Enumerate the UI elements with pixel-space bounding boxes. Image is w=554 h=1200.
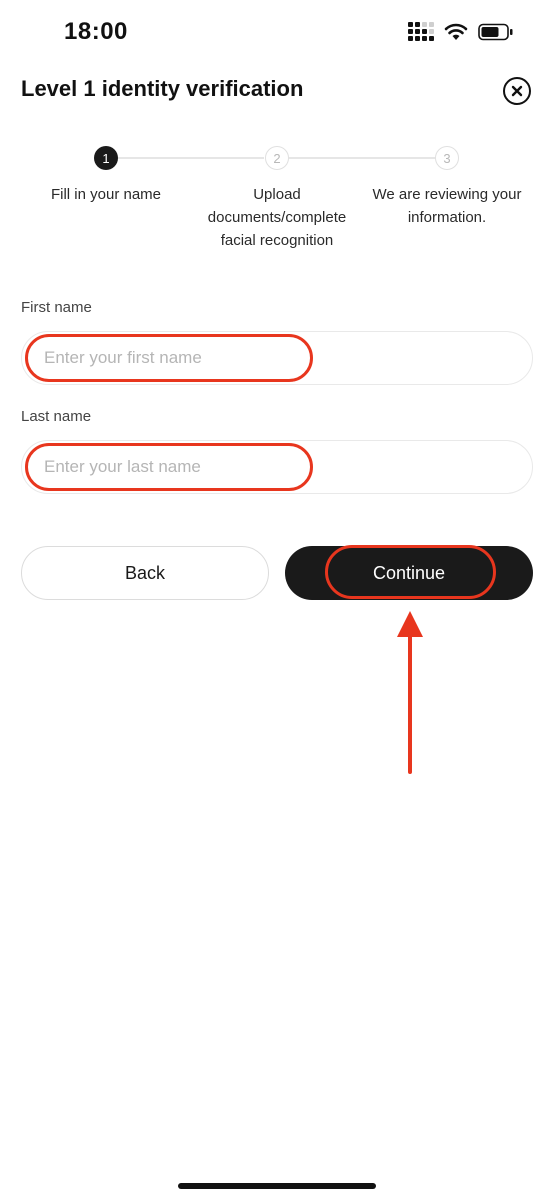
status-icons [408, 22, 514, 41]
step-3-label: We are reviewing your information. [372, 186, 522, 226]
last-name-label: Last name [21, 408, 92, 425]
continue-button[interactable]: Continue [285, 546, 533, 600]
close-button[interactable] [503, 77, 531, 105]
step-1-label: Fill in your name [50, 186, 162, 203]
step-2-label: Upload documents/complete facial recogni… [207, 186, 347, 249]
back-button[interactable]: Back [21, 546, 269, 600]
status-time: 18:00 [64, 18, 128, 45]
home-indicator[interactable] [178, 1183, 376, 1189]
progress-stepper: 1 2 3 Fill in your name Upload documents… [0, 140, 554, 260]
cellular-signal-icon [408, 22, 434, 41]
step-3-indicator: 3 [435, 146, 459, 170]
wifi-icon [444, 23, 468, 41]
step-connector [118, 157, 264, 159]
last-name-input[interactable] [22, 441, 532, 493]
first-name-field[interactable] [21, 331, 533, 385]
battery-icon [478, 23, 514, 41]
last-name-field[interactable] [21, 440, 533, 494]
page-title: Level 1 identity verification [21, 76, 304, 101]
step-2-indicator: 2 [265, 146, 289, 170]
step-connector [289, 157, 435, 159]
step-1-indicator: 1 [94, 146, 118, 170]
status-bar: 18:00 [0, 0, 554, 66]
first-name-label: First name [21, 299, 92, 316]
close-icon [511, 85, 523, 97]
first-name-input[interactable] [22, 332, 532, 384]
